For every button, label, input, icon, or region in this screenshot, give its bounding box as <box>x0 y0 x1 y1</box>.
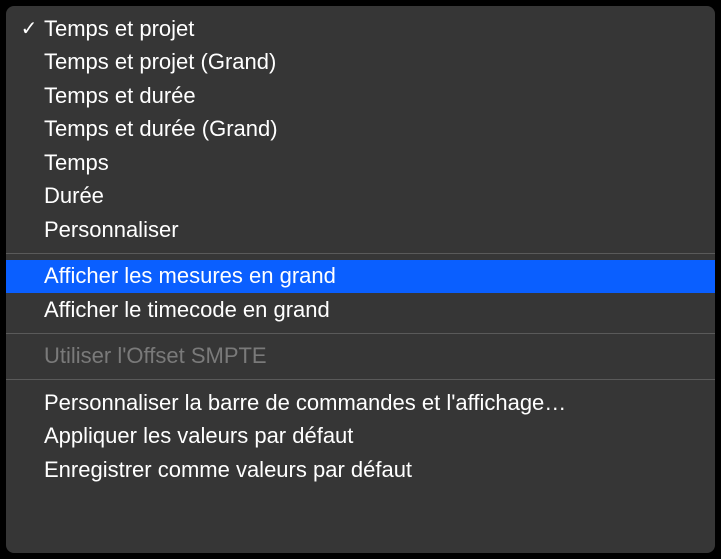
menu-separator <box>6 253 715 254</box>
menu-item[interactable]: Temps <box>6 146 715 180</box>
context-menu: ✓Temps et projet Temps et projet (Grand) T… <box>6 6 715 553</box>
menu-item[interactable]: Temps et durée (Grand) <box>6 113 715 147</box>
menu-item: Utiliser l'Offset SMPTE <box>6 340 715 374</box>
menu-item-label: Temps et projet <box>44 16 701 42</box>
menu-item[interactable]: Temps et durée <box>6 79 715 113</box>
menu-separator <box>6 333 715 334</box>
menu-item[interactable]: Durée <box>6 180 715 214</box>
menu-separator <box>6 379 715 380</box>
menu-item-label: Temps et durée (Grand) <box>44 116 701 142</box>
menu-item[interactable]: Afficher le timecode en grand <box>6 293 715 327</box>
menu-item-label: Enregistrer comme valeurs par défaut <box>44 457 701 483</box>
menu-item[interactable]: ✓Temps et projet <box>6 12 715 46</box>
menu-item[interactable]: Temps et projet (Grand) <box>6 46 715 80</box>
menu-item[interactable]: Personnaliser <box>6 213 715 247</box>
menu-item-label: Afficher les mesures en grand <box>44 263 701 289</box>
menu-item[interactable]: Afficher les mesures en grand <box>6 260 715 294</box>
checkmark-icon: ✓ <box>14 16 44 41</box>
menu-item-label: Personnaliser la barre de commandes et l… <box>44 390 701 416</box>
menu-item[interactable]: Personnaliser la barre de commandes et l… <box>6 386 715 420</box>
menu-item-label: Personnaliser <box>44 217 701 243</box>
menu-item-label: Temps et projet (Grand) <box>44 49 701 75</box>
menu-item-label: Afficher le timecode en grand <box>44 297 701 323</box>
menu-item-label: Temps et durée <box>44 83 701 109</box>
menu-item[interactable]: Appliquer les valeurs par défaut <box>6 420 715 454</box>
menu-item[interactable]: Enregistrer comme valeurs par défaut <box>6 453 715 487</box>
menu-item-label: Temps <box>44 150 701 176</box>
menu-item-label: Utiliser l'Offset SMPTE <box>44 343 701 369</box>
menu-item-label: Durée <box>44 183 701 209</box>
menu-item-label: Appliquer les valeurs par défaut <box>44 423 701 449</box>
